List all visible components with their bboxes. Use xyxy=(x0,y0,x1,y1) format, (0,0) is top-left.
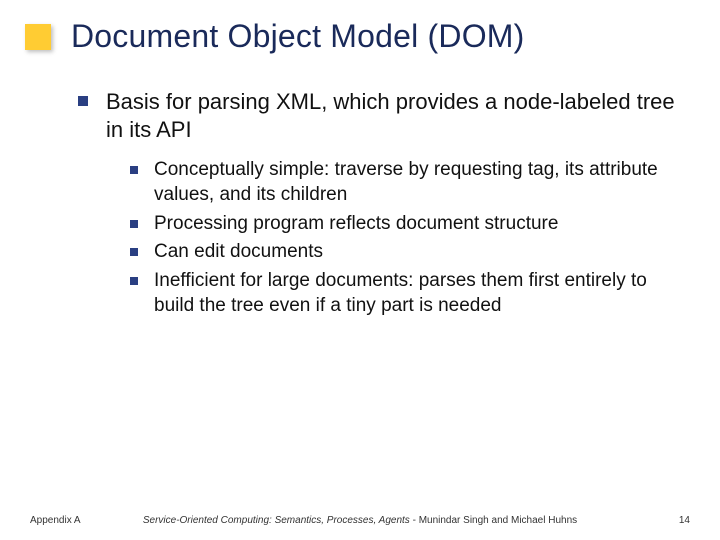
slide-title: Document Object Model (DOM) xyxy=(71,18,525,55)
bullet-level2: Processing program reflects document str… xyxy=(130,212,680,237)
footer-left: Appendix A xyxy=(30,515,100,526)
bullet-level2: Inefficient for large documents: parses … xyxy=(130,269,680,318)
square-bullet-icon xyxy=(130,220,138,228)
slide-footer: Appendix A Service-Oriented Computing: S… xyxy=(30,515,690,526)
footer-center: Service-Oriented Computing: Semantics, P… xyxy=(100,515,620,526)
bullet-level1-text: Basis for parsing XML, which provides a … xyxy=(106,88,680,144)
square-bullet-icon xyxy=(130,166,138,174)
bullet-level2-text: Inefficient for large documents: parses … xyxy=(154,269,680,318)
slide: Document Object Model (DOM) Basis for pa… xyxy=(0,0,720,540)
bullet-level2: Conceptually simple: traverse by request… xyxy=(130,158,680,207)
bullet-level2-text: Conceptually simple: traverse by request… xyxy=(154,158,680,207)
slide-body: Basis for parsing XML, which provides a … xyxy=(78,88,680,322)
footer-book-title: Service-Oriented Computing: Semantics, P… xyxy=(143,515,410,526)
bullet-level2: Can edit documents xyxy=(130,240,680,265)
footer-authors: - Munindar Singh and Michael Huhns xyxy=(410,515,577,526)
footer-page-number: 14 xyxy=(620,515,690,526)
square-bullet-icon xyxy=(130,248,138,256)
bullet-level2-group: Conceptually simple: traverse by request… xyxy=(130,158,680,318)
title-accent-square xyxy=(25,24,51,50)
title-row: Document Object Model (DOM) xyxy=(25,18,695,55)
square-bullet-icon xyxy=(130,277,138,285)
square-bullet-icon xyxy=(78,96,88,106)
bullet-level2-text: Processing program reflects document str… xyxy=(154,212,558,237)
bullet-level2-text: Can edit documents xyxy=(154,240,323,265)
bullet-level1: Basis for parsing XML, which provides a … xyxy=(78,88,680,144)
